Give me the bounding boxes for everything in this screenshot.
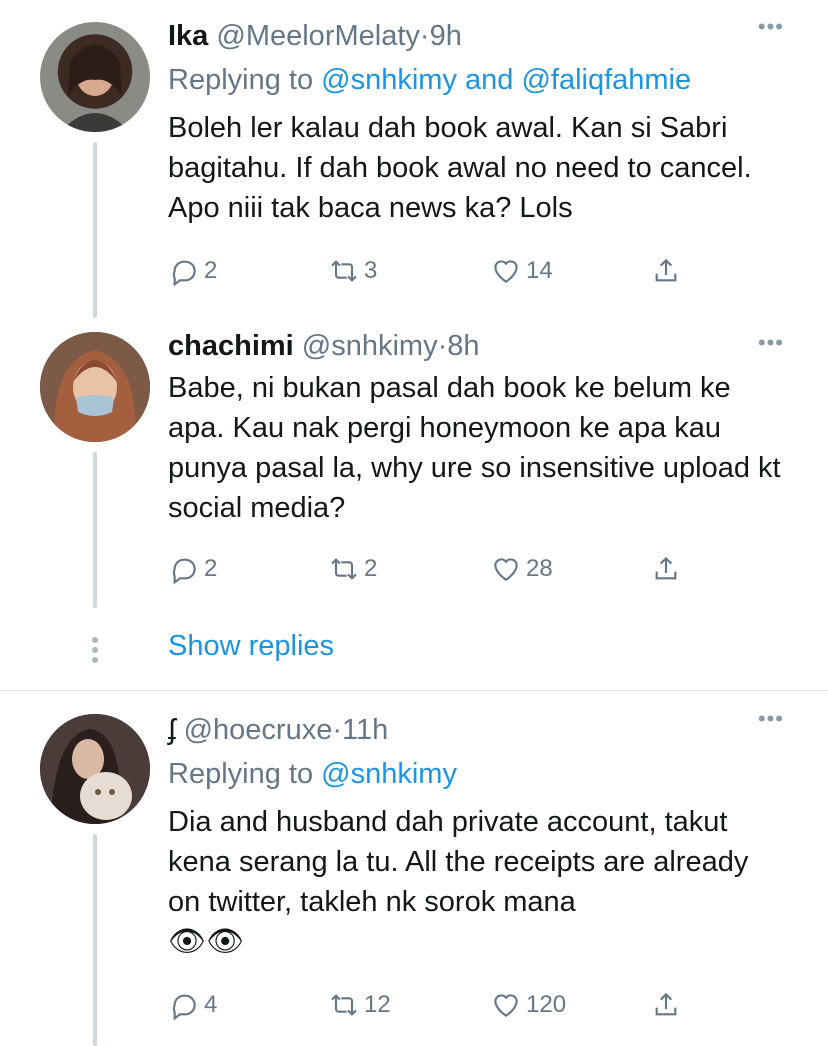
- share-button[interactable]: [650, 552, 682, 586]
- display-name[interactable]: chachimi: [168, 330, 294, 362]
- like-count: 120: [526, 991, 567, 1018]
- share-icon: [655, 992, 677, 1016]
- avatar[interactable]: [40, 22, 150, 132]
- tweet-header: ʄ @hoecruxe·11h: [168, 712, 788, 748]
- avatar[interactable]: [40, 332, 150, 442]
- like-button[interactable]: 28: [490, 552, 553, 586]
- retweet-icon: [331, 558, 357, 580]
- tweet-header: Ika @MeelorMelaty·9h: [168, 18, 788, 54]
- tweet-text: Dia and husband dah private account, tak…: [168, 806, 749, 918]
- retweet-icon: [331, 260, 357, 282]
- thread-line: [93, 142, 97, 318]
- tweet-text: Boleh ler kalau dah book awal. Kan si Sa…: [168, 112, 752, 224]
- share-icon: [655, 258, 677, 282]
- retweet-icon: [331, 994, 357, 1016]
- share-button[interactable]: [650, 988, 682, 1022]
- retweet-count: 12: [364, 991, 391, 1018]
- tweet[interactable]: ••• ʄ @hoecruxe·11h Replying to @snhkimy…: [0, 692, 828, 1046]
- reply-icon: [172, 558, 196, 585]
- retweet-button[interactable]: 12: [328, 988, 391, 1022]
- avatar-image: [60, 44, 130, 132]
- tweet[interactable]: ••• chachimi @snhkimy·8h Babe, ni bukan …: [0, 316, 828, 686]
- like-icon: [494, 260, 518, 283]
- reply-icon: [172, 994, 196, 1021]
- timestamp[interactable]: 8h: [447, 330, 479, 362]
- thread-ellipsis-icon: [92, 637, 98, 667]
- reply-button[interactable]: 4: [168, 988, 217, 1022]
- avatar-image: [40, 332, 150, 442]
- like-icon: [494, 558, 518, 581]
- like-count: 28: [526, 555, 553, 582]
- like-button[interactable]: 120: [490, 988, 566, 1022]
- like-button[interactable]: 14: [490, 254, 553, 288]
- show-replies-link[interactable]: Show replies: [168, 630, 334, 663]
- mention-link[interactable]: @snhkimy and @faliqfahmie: [321, 64, 691, 96]
- display-name[interactable]: ʄ: [168, 714, 176, 746]
- tweet-actions: 2 2 28: [0, 552, 828, 586]
- replying-to: Replying to @snhkimy and @faliqfahmie: [168, 62, 788, 98]
- tweet[interactable]: ••• Ika @MeelorMelaty·9h Replying to @sn…: [0, 0, 828, 330]
- retweet-count: 2: [364, 555, 378, 582]
- like-icon: [494, 994, 518, 1017]
- like-count: 14: [526, 257, 553, 284]
- tweet-actions: 2 3 14: [0, 254, 828, 288]
- separator-dot: ·: [332, 714, 343, 746]
- reply-icon: [172, 260, 196, 287]
- separator-dot: ·: [419, 20, 430, 52]
- replying-prefix: Replying to: [168, 758, 322, 790]
- reply-button[interactable]: 2: [168, 254, 217, 288]
- reply-count: 2: [204, 257, 218, 284]
- tweet-text: Babe, ni bukan pasal dah book ke belum k…: [168, 372, 781, 524]
- separator-dot: ·: [437, 330, 448, 362]
- emoji-text: 👁👁: [168, 925, 245, 958]
- user-handle[interactable]: @snhkimy: [302, 330, 438, 362]
- timestamp[interactable]: 11h: [342, 714, 388, 746]
- timestamp[interactable]: 9h: [430, 20, 462, 52]
- user-handle[interactable]: @hoecruxe: [184, 714, 333, 746]
- tweet-header: chachimi @snhkimy·8h: [168, 328, 788, 364]
- retweet-button[interactable]: 2: [328, 552, 377, 586]
- avatar-image: [40, 714, 150, 824]
- share-icon: [655, 556, 677, 580]
- user-handle[interactable]: @MeelorMelaty: [216, 20, 420, 52]
- display-name[interactable]: Ika: [168, 20, 208, 52]
- avatar[interactable]: [40, 714, 150, 824]
- reply-button[interactable]: 2: [168, 552, 217, 586]
- replying-to: Replying to @snhkimy: [168, 756, 788, 792]
- retweet-button[interactable]: 3: [328, 254, 377, 288]
- share-button[interactable]: [650, 254, 682, 288]
- replying-prefix: Replying to: [168, 64, 322, 96]
- reply-count: 2: [204, 555, 218, 582]
- retweet-count: 3: [364, 257, 378, 284]
- mention-link[interactable]: @snhkimy: [321, 758, 457, 790]
- reply-count: 4: [204, 991, 218, 1018]
- tweet-actions: 4 12 120: [0, 988, 828, 1022]
- divider: [0, 690, 828, 691]
